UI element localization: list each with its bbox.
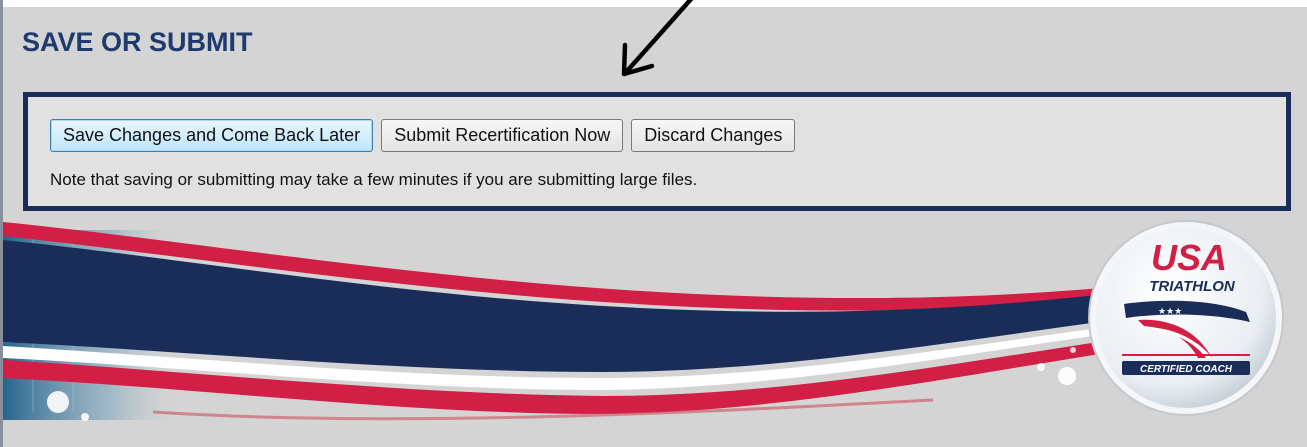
save-submit-panel: Save Changes and Come Back Later Submit … [23,92,1291,211]
svg-text:★★★: ★★★ [1158,307,1182,317]
save-changes-button[interactable]: Save Changes and Come Back Later [50,119,374,152]
note-text: Note that saving or submitting may take … [50,170,698,189]
logo-triathlon-text: TRIATHLON [1149,278,1236,295]
logo-usa-text: USA [1151,237,1227,278]
section-title: SAVE OR SUBMIT [22,27,253,57]
button-row: Save Changes and Come Back Later Submit … [50,119,803,152]
logo-certified-coach-text: CERTIFIED COACH [1140,364,1233,375]
submit-recertification-button[interactable]: Submit Recertification Now [381,119,624,152]
usa-triathlon-logo: USA TRIATHLON ★★★ CERTIFIED COACH [1088,220,1284,416]
discard-changes-button[interactable]: Discard Changes [631,119,796,152]
